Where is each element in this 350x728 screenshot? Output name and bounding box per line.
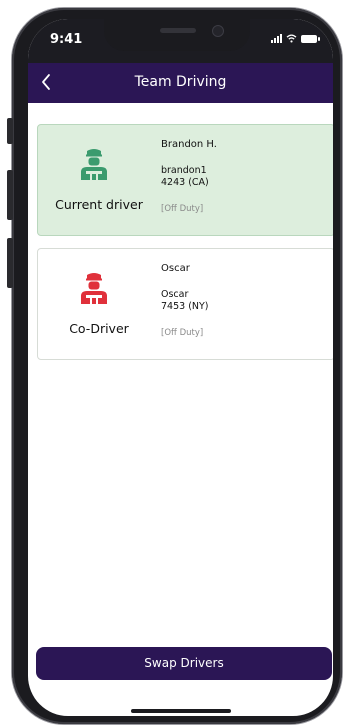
speaker-grille <box>160 28 196 33</box>
swap-drivers-button[interactable]: Swap Drivers <box>36 647 332 680</box>
driver-icon <box>81 273 107 304</box>
volume-down-button <box>7 238 13 288</box>
driver-name: Oscar <box>161 263 190 274</box>
driver-role-label: Co-Driver <box>69 321 129 336</box>
cellular-signal-icon <box>271 34 282 43</box>
notch <box>104 19 250 51</box>
status-icons <box>271 34 320 43</box>
driver-license: 4243 (CA) <box>161 177 209 188</box>
driver-role-label: Current driver <box>55 197 143 212</box>
volume-up-button <box>7 170 13 220</box>
driver-duty-status: [Off Duty] <box>161 328 204 338</box>
page-title: Team Driving <box>134 74 227 90</box>
mute-switch <box>7 118 13 144</box>
co-driver-card[interactable]: Co-Driver Oscar Oscar 7453 (NY) [Off Dut… <box>37 248 333 360</box>
top-nav-bar: Team Driving <box>28 63 333 103</box>
driver-license: 7453 (NY) <box>161 301 209 312</box>
front-camera <box>212 25 224 37</box>
driver-icon <box>81 149 107 180</box>
driver-username: brandon1 <box>161 165 207 176</box>
driver-name: Brandon H. <box>161 139 217 150</box>
screen: 9:41 Team Driving Current driver Brandon… <box>28 19 333 716</box>
current-driver-card[interactable]: Current driver Brandon H. brandon1 4243 … <box>37 124 333 236</box>
driver-info: Brandon H. brandon1 4243 (CA) [Off Duty] <box>161 139 217 215</box>
wifi-icon <box>286 34 297 43</box>
home-indicator[interactable] <box>131 709 231 713</box>
driver-info: Oscar Oscar 7453 (NY) [Off Duty] <box>161 263 209 339</box>
status-time: 9:41 <box>50 32 83 47</box>
driver-username: Oscar <box>161 289 189 300</box>
driver-duty-status: [Off Duty] <box>161 204 204 214</box>
battery-icon <box>301 35 320 43</box>
